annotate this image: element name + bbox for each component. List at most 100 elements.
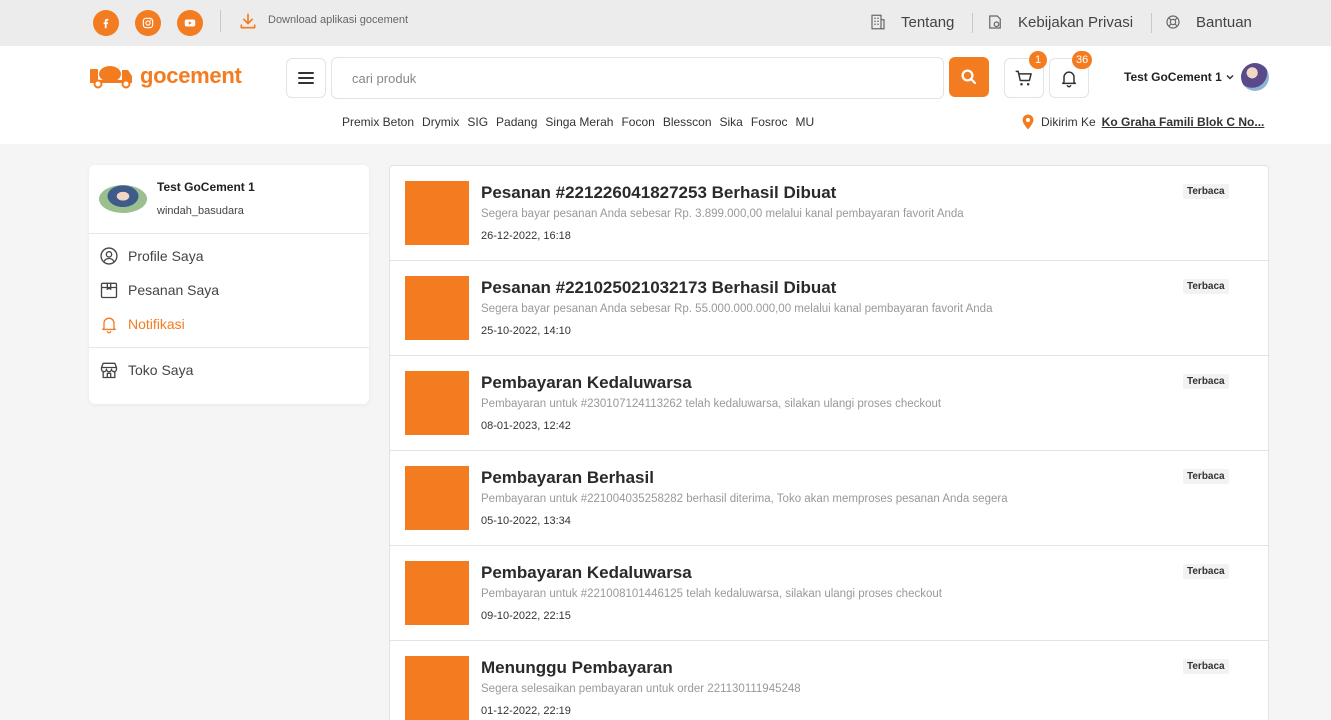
user-name: Test GoCement 1 [1124,70,1222,84]
sidebar-item-label: Pesanan Saya [128,282,220,298]
read-status-badge: Terbaca [1183,564,1229,579]
notification-title: Pesanan #221025021032173 Berhasil Dibuat [481,278,837,297]
category-link[interactable]: MU [796,115,815,129]
category-link[interactable]: Drymix [422,115,459,129]
hamburger-icon [298,72,314,84]
sidebar-item-label: Toko Saya [128,362,194,378]
notification-item[interactable]: Pembayaran Kedaluwarsa Pembayaran untuk … [390,356,1268,451]
notification-item[interactable]: Pembayaran Berhasil Pembayaran untuk #22… [390,451,1268,546]
search-input[interactable] [331,57,944,99]
ship-address[interactable]: Ko Graha Famili Blok C No... [1102,115,1265,129]
notification-thumbnail [405,371,469,435]
bell-icon [1062,71,1076,88]
divider [89,233,369,234]
notification-thumbnail [405,276,469,340]
shipping-address[interactable]: Dikirim Ke Ko Graha Famili Blok C No... [1021,114,1264,130]
sidebar-item-shop[interactable]: Toko Saya [99,360,193,380]
help-link[interactable]: Bantuan [1164,13,1252,31]
ship-label: Dikirim Ke [1041,115,1096,129]
download-app-link[interactable]: Download aplikasi gocement [268,14,408,26]
category-link[interactable]: SIG [467,115,488,129]
notification-title: Pembayaran Kedaluwarsa [481,563,692,582]
avatar[interactable] [1241,63,1269,91]
read-status-badge: Terbaca [1183,469,1229,484]
notification-title: Pesanan #221226041827253 Berhasil Dibuat [481,183,837,202]
notification-description: Segera bayar pesanan Anda sebesar Rp. 3.… [481,208,964,220]
package-icon [100,282,118,299]
divider [89,347,369,348]
sidebar-item-label: Profile Saya [128,248,204,264]
notification-item[interactable]: Pembayaran Kedaluwarsa Pembayaran untuk … [390,546,1268,641]
read-status-badge: Terbaca [1183,659,1229,674]
download-icon[interactable] [238,11,258,31]
location-pin-icon [1022,114,1034,130]
category-link[interactable]: Premix Beton [342,115,414,129]
main-header: gocement 1 36 Test GoCement 1 Premix Bet… [0,46,1331,144]
sidebar-item-profile[interactable]: Profile Saya [99,246,203,266]
notification-date: 08-01-2023, 12:42 [481,420,571,432]
notification-description: Pembayaran untuk #230107124113262 telah … [481,398,942,410]
notification-item[interactable]: Menunggu Pembayaran Segera selesaikan pe… [390,641,1268,720]
store-icon [100,362,118,379]
notification-list: Pesanan #221226041827253 Berhasil Dibuat… [389,165,1269,720]
category-link[interactable]: Focon [621,115,654,129]
cart-button[interactable]: 1 [1004,51,1047,98]
notification-date: 01-12-2022, 22:19 [481,705,571,717]
account-sidebar: Test GoCement 1 windah_basudara Profile … [89,165,369,404]
notification-description: Pembayaran untuk #221008101446125 telah … [481,588,942,600]
lifebuoy-icon [1166,15,1180,29]
privacy-link[interactable]: Kebijakan Privasi [986,13,1133,31]
logo-text: gocement [140,63,242,88]
youtube-icon[interactable] [177,10,203,36]
cart-badge: 1 [1029,51,1047,69]
read-status-badge: Terbaca [1183,279,1229,294]
category-link[interactable]: Fosroc [751,115,788,129]
sidebar-item-label: Notifikasi [128,316,185,332]
category-link[interactable]: Singa Merah [545,115,613,129]
notification-item[interactable]: Pesanan #221025021032173 Berhasil Dibuat… [390,261,1268,356]
notification-badge: 36 [1072,51,1093,69]
notification-date: 05-10-2022, 13:34 [481,515,571,527]
shield-document-icon [989,15,1001,29]
notification-title: Pembayaran Berhasil [481,468,654,487]
notification-thumbnail [405,656,469,720]
notification-description: Pembayaran untuk #221004035258282 berhas… [481,493,1008,505]
category-links: Premix Beton Drymix SIG Padang Singa Mer… [342,115,816,129]
notification-title: Menunggu Pembayaran [481,658,673,677]
facebook-icon[interactable] [93,10,119,36]
notification-thumbnail [405,181,469,245]
search-button[interactable] [949,57,989,97]
user-menu[interactable]: Test GoCement 1 [1124,70,1235,84]
about-link[interactable]: Tentang [869,13,954,31]
bell-icon [102,317,116,334]
sidebar-item-notifications[interactable]: Notifikasi [99,314,185,334]
privacy-label: Kebijakan Privasi [1018,13,1134,31]
category-link[interactable]: Blesscon [663,115,712,129]
divider [972,13,973,33]
category-menu-button[interactable] [286,58,326,98]
notification-item[interactable]: Pesanan #221226041827253 Berhasil Dibuat… [390,166,1268,261]
building-icon [871,14,885,30]
logo[interactable]: gocement [88,63,242,89]
divider [1151,13,1152,33]
cement-truck-icon [90,66,132,89]
chevron-down-icon [1226,74,1234,80]
sidebar-username: windah_basudara [157,205,244,217]
help-label: Bantuan [1196,13,1252,31]
instagram-icon[interactable] [135,10,161,36]
notification-title: Pembayaran Kedaluwarsa [481,373,692,392]
notification-thumbnail [405,466,469,530]
notification-date: 26-12-2022, 16:18 [481,230,571,242]
divider [220,10,221,32]
notification-description: Segera bayar pesanan Anda sebesar Rp. 55… [481,303,993,315]
sidebar-item-orders[interactable]: Pesanan Saya [99,280,219,300]
notification-button[interactable]: 36 [1049,51,1093,98]
category-link[interactable]: Sika [720,115,743,129]
top-bar: Download aplikasi gocement Tentang Kebij… [0,0,1331,46]
about-label: Tentang [901,13,955,31]
read-status-badge: Terbaca [1183,184,1229,199]
category-link[interactable]: Padang [496,115,537,129]
notification-date: 25-10-2022, 14:10 [481,325,571,337]
sidebar-avatar [99,185,147,213]
cart-icon [1015,70,1032,86]
